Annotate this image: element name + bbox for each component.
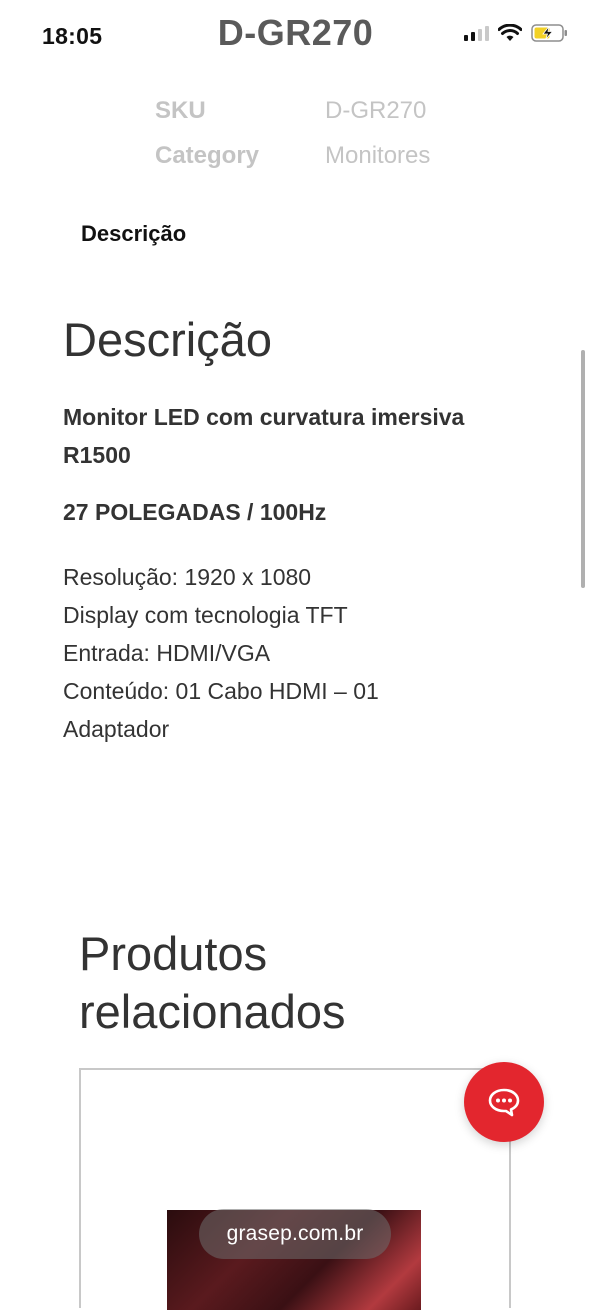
meta-row-category: Category Monitores [155, 133, 430, 178]
signal-icon [464, 25, 489, 41]
spec-item: Resolução: 1920 x 1080 [63, 564, 312, 590]
chat-button[interactable] [464, 1062, 544, 1142]
description-highlight: 27 POLEGADAS / 100Hz [63, 499, 327, 525]
chat-bubble-icon [488, 1088, 520, 1117]
meta-key: SKU [155, 96, 206, 124]
related-products-heading: Produtos relacionados [79, 927, 346, 1038]
battery-charging-icon [531, 24, 567, 42]
tab-description[interactable]: Descrição [81, 221, 186, 247]
meta-value[interactable]: Monitores [325, 142, 430, 170]
spec-list: Resolução: 1920 x 1080 Display com tecno… [63, 558, 443, 748]
meta-value: D-GR270 [325, 96, 427, 124]
status-bar: 18:05 D-GR270 [0, 0, 591, 74]
wifi-icon [498, 24, 522, 41]
description-subtitle: Monitor LED com curvatura imersiva R1500 [63, 404, 465, 468]
meta-key: Category [155, 141, 260, 169]
status-icons [464, 24, 569, 42]
description-heading: Descrição [63, 313, 272, 366]
product-card[interactable] [79, 1068, 511, 1310]
spec-item: Conteúdo: 01 Cabo HDMI – 01 Adaptador [63, 678, 379, 742]
spec-item: Entrada: HDMI/VGA [63, 640, 271, 666]
browser-url-bar[interactable]: grasep.com.br [199, 1209, 391, 1259]
meta-row-sku: SKU D-GR270 [155, 88, 430, 133]
scrollbar[interactable] [581, 350, 585, 588]
spec-item: Display com tecnologia TFT [63, 602, 348, 628]
product-meta: SKU D-GR270 Category Monitores [155, 88, 430, 178]
